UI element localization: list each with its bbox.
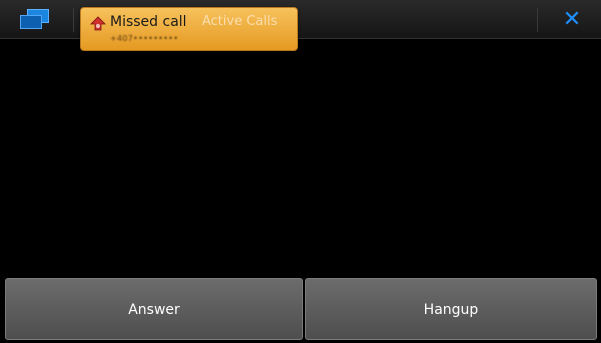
- missed-call-icon: [90, 16, 106, 31]
- task-switcher-icon[interactable]: [20, 9, 54, 31]
- notification-title: Missed call: [110, 14, 187, 30]
- caller-number: +407•••••••••: [110, 34, 179, 43]
- window-title: Active Calls: [202, 14, 278, 29]
- title-bar-divider-right: [537, 8, 538, 32]
- close-icon[interactable]: ✕: [554, 5, 590, 35]
- hangup-button[interactable]: Hangup: [305, 278, 597, 340]
- title-bar-divider-left: [73, 8, 74, 32]
- missed-call-notification[interactable]: Active Calls Missed call +407•••••••••: [80, 7, 298, 51]
- task-switcher-window-front: [20, 15, 42, 29]
- answer-button[interactable]: Answer: [5, 278, 303, 340]
- call-action-bar: Answer Hangup: [0, 277, 601, 343]
